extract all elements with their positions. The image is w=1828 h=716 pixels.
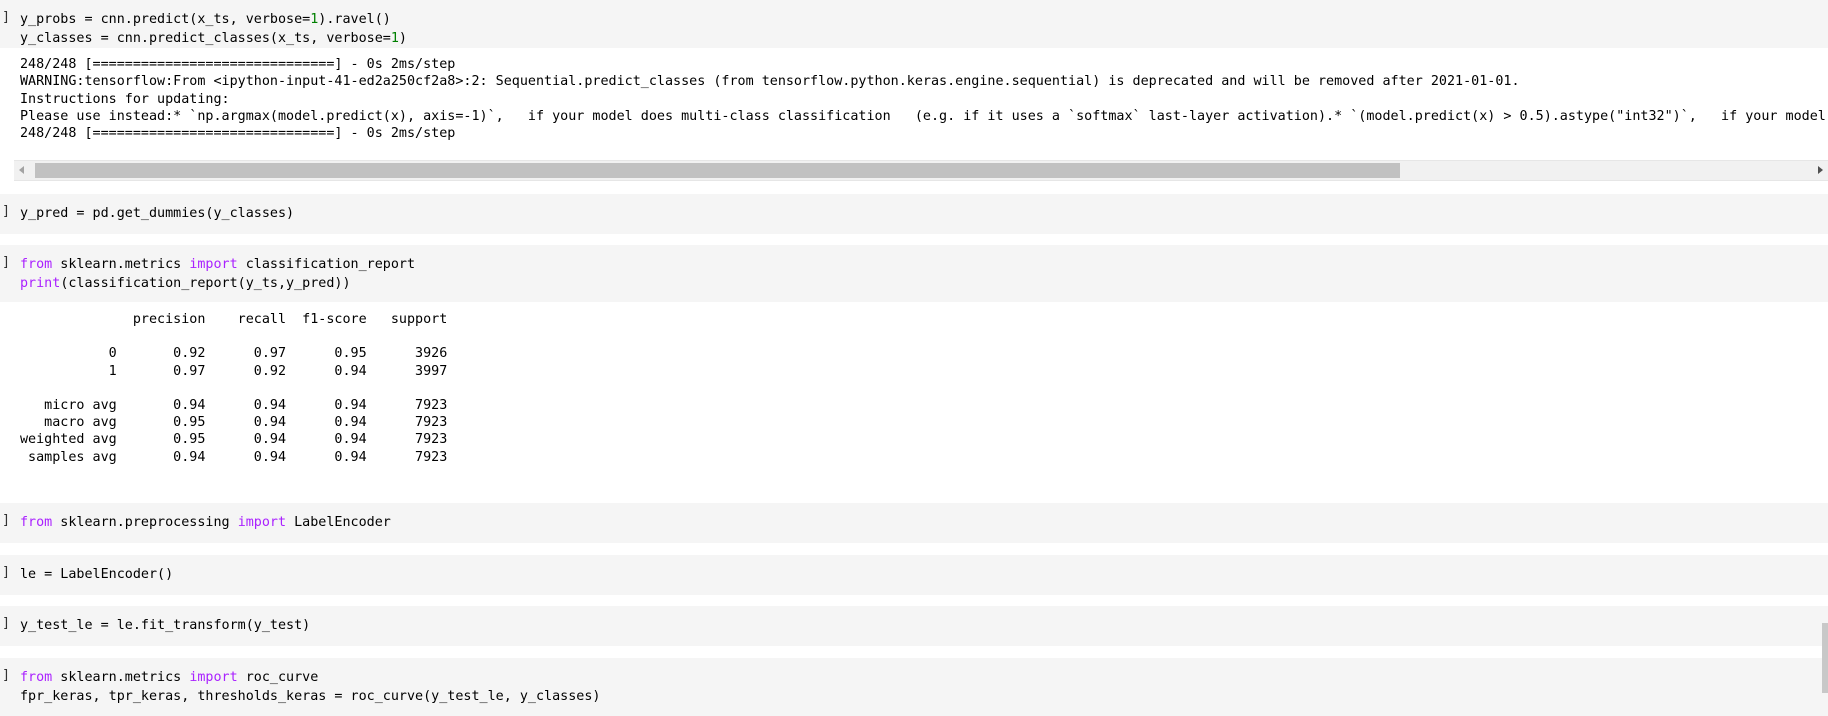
page-vertical-scrollbar[interactable] <box>1822 623 1828 693</box>
code-text: ).ravel() <box>318 12 391 27</box>
cell-code[interactable]: y_probs = cnn.predict(x_ts, verbose= 1 ).r… <box>0 10 1828 48</box>
code-cell-roc-curve[interactable]: ] from sklearn.metrics import roc_curve f… <box>0 658 1828 716</box>
output-line: Please use instead:* `np.argmax(model.pr… <box>20 108 1828 124</box>
classification-report-output: precision recall f1-score support 0 0.92… <box>0 311 447 466</box>
cell-prompt: ] <box>2 10 11 25</box>
code-line: from sklearn.preprocessing import LabelE… <box>0 513 1828 532</box>
cell-code[interactable]: from sklearn.metrics import classificati… <box>0 255 1828 293</box>
code-keyword: from <box>20 515 53 530</box>
code-line: fpr_keras, tpr_keras, thresholds_keras =… <box>0 687 1828 706</box>
code-keyword: from <box>20 257 53 272</box>
code-cell-import-labelencoder[interactable]: ] from sklearn.preprocessing import Labe… <box>0 503 1828 543</box>
output-line: Instructions for updating: <box>20 91 230 107</box>
report-line: samples avg 0.94 0.94 0.94 7923 <box>20 449 448 465</box>
chevron-left-icon[interactable] <box>19 166 24 174</box>
chevron-right-icon[interactable] <box>1818 166 1823 174</box>
code-keyword: print <box>20 276 61 291</box>
output-line: WARNING:tensorflow:From <ipython-input-4… <box>20 74 1520 90</box>
cell-code[interactable]: from sklearn.metrics import roc_curvefpr… <box>0 668 1828 706</box>
report-line: 0 0.92 0.97 0.95 3926 <box>20 346 448 362</box>
code-line: le = LabelEncoder() <box>20 567 174 582</box>
code-line: from sklearn.metrics import roc_curve <box>0 668 1828 687</box>
code-text: sklearn.metrics <box>52 257 190 272</box>
code-keyword: import <box>189 670 238 685</box>
cell-prompt: ] <box>2 255 11 270</box>
code-text: fpr_keras, tpr_keras, thresholds_keras =… <box>20 689 601 704</box>
report-line <box>0 328 447 345</box>
code-text: (classification_report(y_ts,y_pred)) <box>60 276 351 291</box>
report-line: macro avg 0.95 0.94 0.94 7923 <box>20 415 448 431</box>
cell-prompt: ] <box>2 565 11 580</box>
cell-prompt: ] <box>2 204 11 219</box>
output-line: 248/248 [==============================]… <box>20 126 456 142</box>
code-cell-labelencoder-init[interactable]: ] le = LabelEncoder() <box>0 555 1828 595</box>
cell-output-predict: 248/248 [==============================]… <box>0 56 1828 142</box>
code-text: sklearn.metrics <box>52 670 190 685</box>
code-line: y_classes = cnn.predict_classes(x_ts, ve… <box>0 29 1828 48</box>
code-keyword: import <box>189 257 238 272</box>
report-line: precision recall f1-score support <box>20 312 448 327</box>
cell-prompt: ] <box>2 668 11 683</box>
code-line: y_test_le = le.fit_transform(y_test) <box>20 618 311 633</box>
code-text: y_probs = cnn.predict(x_ts, verbose= <box>20 12 311 27</box>
code-text: ) <box>398 31 407 46</box>
code-cell-get-dummies[interactable]: ] y_pred = pd.get_dummies(y_classes) <box>0 194 1828 234</box>
cell-prompt: ] <box>2 513 11 528</box>
report-line <box>0 380 447 397</box>
code-text: classification_report <box>237 257 416 272</box>
cell-code[interactable]: from sklearn.preprocessing import LabelE… <box>0 513 1828 532</box>
scrollbar-thumb[interactable] <box>35 163 1400 178</box>
report-line: weighted avg 0.95 0.94 0.94 7923 <box>20 432 448 448</box>
code-line: y_pred = pd.get_dummies(y_classes) <box>20 206 295 221</box>
code-text: LabelEncoder <box>286 515 391 530</box>
code-text: sklearn.preprocessing <box>52 515 238 530</box>
code-cell-classification-report[interactable]: ] from sklearn.metrics import classifica… <box>0 245 1828 302</box>
report-line: micro avg 0.94 0.94 0.94 7923 <box>20 397 448 413</box>
code-line: print(classification_report(y_ts,y_pred)… <box>0 274 1828 293</box>
code-keyword: from <box>20 670 53 685</box>
report-line: 1 0.97 0.92 0.94 3997 <box>20 363 448 379</box>
output-line: 248/248 [==============================]… <box>20 57 456 72</box>
code-line: y_probs = cnn.predict(x_ts, verbose=1).r… <box>0 10 1828 29</box>
code-text: y_classes = cnn.predict_classes(x_ts, ve… <box>20 31 391 46</box>
code-text: roc_curve <box>237 670 319 685</box>
output-horizontal-scrollbar[interactable] <box>14 160 1828 181</box>
code-cell-predict[interactable]: ] y_probs = cnn.predict(x_ts, verbose= 1)… <box>0 0 1828 48</box>
code-number: 1 <box>390 31 399 46</box>
code-keyword: import <box>237 515 287 530</box>
code-cell-fit-transform[interactable]: ] y_test_le = le.fit_transform(y_test) <box>0 606 1828 646</box>
code-line: from sklearn.metrics import classificati… <box>0 255 1828 274</box>
cell-prompt: ] <box>2 616 11 631</box>
